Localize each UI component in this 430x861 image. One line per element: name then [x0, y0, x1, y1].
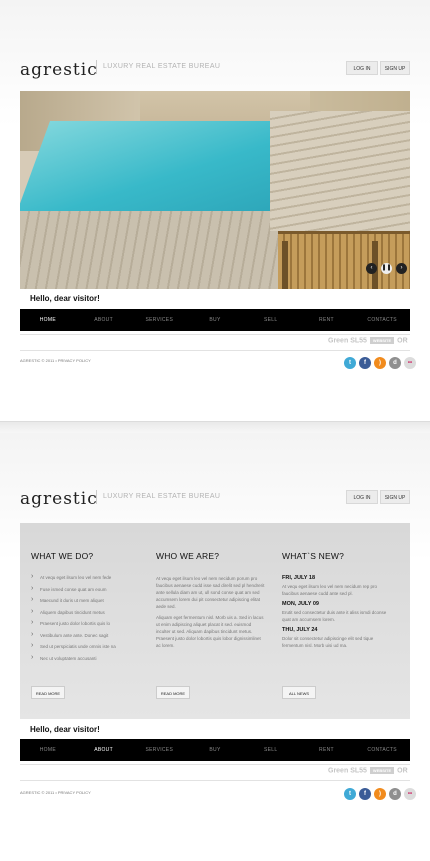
main-nav: HOME ABOUT SERVICES BUY SELL RENT CONTAC… [20, 739, 410, 761]
who-we-are-paragraph: Aliquam eget fermentum nisl. Morb uis a.… [156, 615, 264, 648]
what-we-do-list: At vequ eget ilsum leo vel nem fede Fuse… [31, 573, 141, 668]
who-we-are-paragraph: At vequ eget ilsum leo vel nem necidum p… [156, 576, 265, 609]
news-text: Erutit sed consectetur duis ante it alis… [282, 610, 387, 622]
tagline: LUXURY REAL ESTATE BUREAU [96, 490, 220, 504]
news-text: Dolor sit consectetur adipiscinge elit s… [282, 636, 374, 648]
nav-contacts[interactable]: CONTACTS [354, 309, 410, 331]
nav-services[interactable]: SERVICES [131, 739, 187, 761]
login-button[interactable]: LOG IN [346, 61, 378, 75]
what-we-do-title: WHAT WE DO? [31, 551, 94, 561]
delicious-icon[interactable]: d [389, 788, 401, 800]
hero-slideshow: ‹ ❚❚ › [20, 91, 410, 289]
slider-prev-button[interactable]: ‹ [366, 263, 377, 274]
slider-next-button[interactable]: › [396, 263, 407, 274]
nav-about[interactable]: ABOUT [76, 739, 132, 761]
list-item[interactable]: Fuse ismed conse quat am eoum [31, 585, 141, 599]
flickr-icon[interactable]: •• [404, 788, 416, 800]
powered-tail: OR [397, 337, 408, 345]
nav-services[interactable]: SERVICES [131, 309, 187, 331]
tagline: LUXURY REAL ESTATE BUREAU [96, 60, 220, 74]
powered-by: Green SL55 WEBSITE OR [328, 767, 408, 774]
greeting: Hello, dear visitor! [30, 725, 100, 734]
list-item[interactable]: Vestibulum ante ante. Donec sagit [31, 631, 141, 645]
whats-new-title: WHAT`S NEW? [282, 551, 345, 561]
read-more-button[interactable]: READ MORE [156, 686, 190, 699]
divider [20, 350, 410, 351]
nav-buy[interactable]: BUY [187, 309, 243, 331]
logo[interactable]: agrestic [20, 489, 98, 509]
slider-pause-button[interactable]: ❚❚ [381, 263, 392, 274]
logo[interactable]: agrestic [20, 60, 98, 80]
footer-copyright[interactable]: AGRESTIC © 2011 • PRIVACY POLICY [20, 790, 91, 795]
powered-badge: WEBSITE [369, 337, 395, 344]
powered-by: Green SL55 WEBSITE OR [328, 337, 408, 344]
news-date[interactable]: THU, JULY 24 [282, 627, 392, 633]
whats-new-column: WHAT`S NEW? FRI, JULY 18 At vequ eget il… [282, 551, 392, 653]
nav-sell[interactable]: SELL [243, 739, 299, 761]
signup-button[interactable]: SIGN UP [380, 61, 410, 75]
twitter-icon[interactable]: t [344, 788, 356, 800]
nav-sell[interactable]: SELL [243, 309, 299, 331]
screenshot-home-panel: agrestic LUXURY REAL ESTATE BUREAU LOG I… [0, 0, 430, 421]
powered-tail: OR [397, 767, 408, 775]
slider-controls: ‹ ❚❚ › [366, 263, 407, 274]
powered-label: Green [328, 767, 349, 775]
nav-home[interactable]: HOME [20, 739, 76, 761]
nav-rent[interactable]: RENT [299, 739, 355, 761]
powered-label: Green [328, 337, 349, 345]
signup-button[interactable]: SIGN UP [380, 490, 410, 504]
footer-copyright[interactable]: AGRESTIC © 2011 • PRIVACY POLICY [20, 358, 91, 363]
social-links: t f ) d •• [344, 357, 416, 369]
news-date[interactable]: MON, JULY 09 [282, 601, 392, 607]
news-text: At vequ eget ilsum leo vel nem necidum r… [282, 584, 378, 596]
hero-lounger [278, 231, 410, 289]
login-button[interactable]: LOG IN [346, 490, 378, 504]
list-item[interactable]: At vequ eget ilsum leo vel nem fede [31, 573, 141, 587]
screenshot-separator [0, 421, 430, 433]
rss-icon[interactable]: ) [374, 788, 386, 800]
hero-lounger-leg [282, 241, 288, 289]
delicious-icon[interactable]: d [389, 357, 401, 369]
twitter-icon[interactable]: t [344, 357, 356, 369]
nav-contacts[interactable]: CONTACTS [354, 739, 410, 761]
list-item[interactable]: Nec ut voluptatem accusanti [31, 654, 141, 668]
divider [20, 780, 410, 781]
list-item[interactable]: Aliquem dapibus tincidunt metus [31, 608, 141, 622]
what-we-do-column: WHAT WE DO? At vequ eget ilsum leo vel n… [31, 551, 141, 667]
divider [20, 334, 410, 335]
list-item[interactable]: Praesent justo dolor lobortis quis lo [31, 619, 141, 633]
rss-icon[interactable]: ) [374, 357, 386, 369]
flickr-icon[interactable]: •• [404, 357, 416, 369]
hero-deck-right [270, 111, 410, 231]
facebook-icon[interactable]: f [359, 357, 371, 369]
nav-buy[interactable]: BUY [187, 739, 243, 761]
list-item[interactable]: Sed ut perspiciatis unde omnis iste na [31, 642, 141, 656]
who-we-are-column: WHO WE ARE? At vequ eget ilsum leo vel n… [156, 551, 266, 653]
nav-about[interactable]: ABOUT [76, 309, 132, 331]
all-news-button[interactable]: ALL NEWS [282, 686, 316, 699]
greeting: Hello, dear visitor! [30, 294, 100, 303]
facebook-icon[interactable]: f [359, 788, 371, 800]
powered-code: SL55 [350, 767, 367, 775]
main-nav: HOME ABOUT SERVICES BUY SELL RENT CONTAC… [20, 309, 410, 331]
powered-code: SL55 [350, 337, 367, 345]
powered-badge: WEBSITE [369, 767, 395, 774]
about-content: WHAT WE DO? At vequ eget ilsum leo vel n… [20, 523, 410, 719]
social-links: t f ) d •• [344, 788, 416, 800]
news-date[interactable]: FRI, JULY 18 [282, 575, 392, 581]
nav-rent[interactable]: RENT [299, 309, 355, 331]
who-we-are-title: WHO WE ARE? [156, 551, 220, 561]
nav-home[interactable]: HOME [20, 309, 76, 331]
divider [20, 764, 410, 765]
read-more-button[interactable]: READ MORE [31, 686, 65, 699]
list-item[interactable]: Maecund it duris ut mem aliquet [31, 596, 141, 610]
